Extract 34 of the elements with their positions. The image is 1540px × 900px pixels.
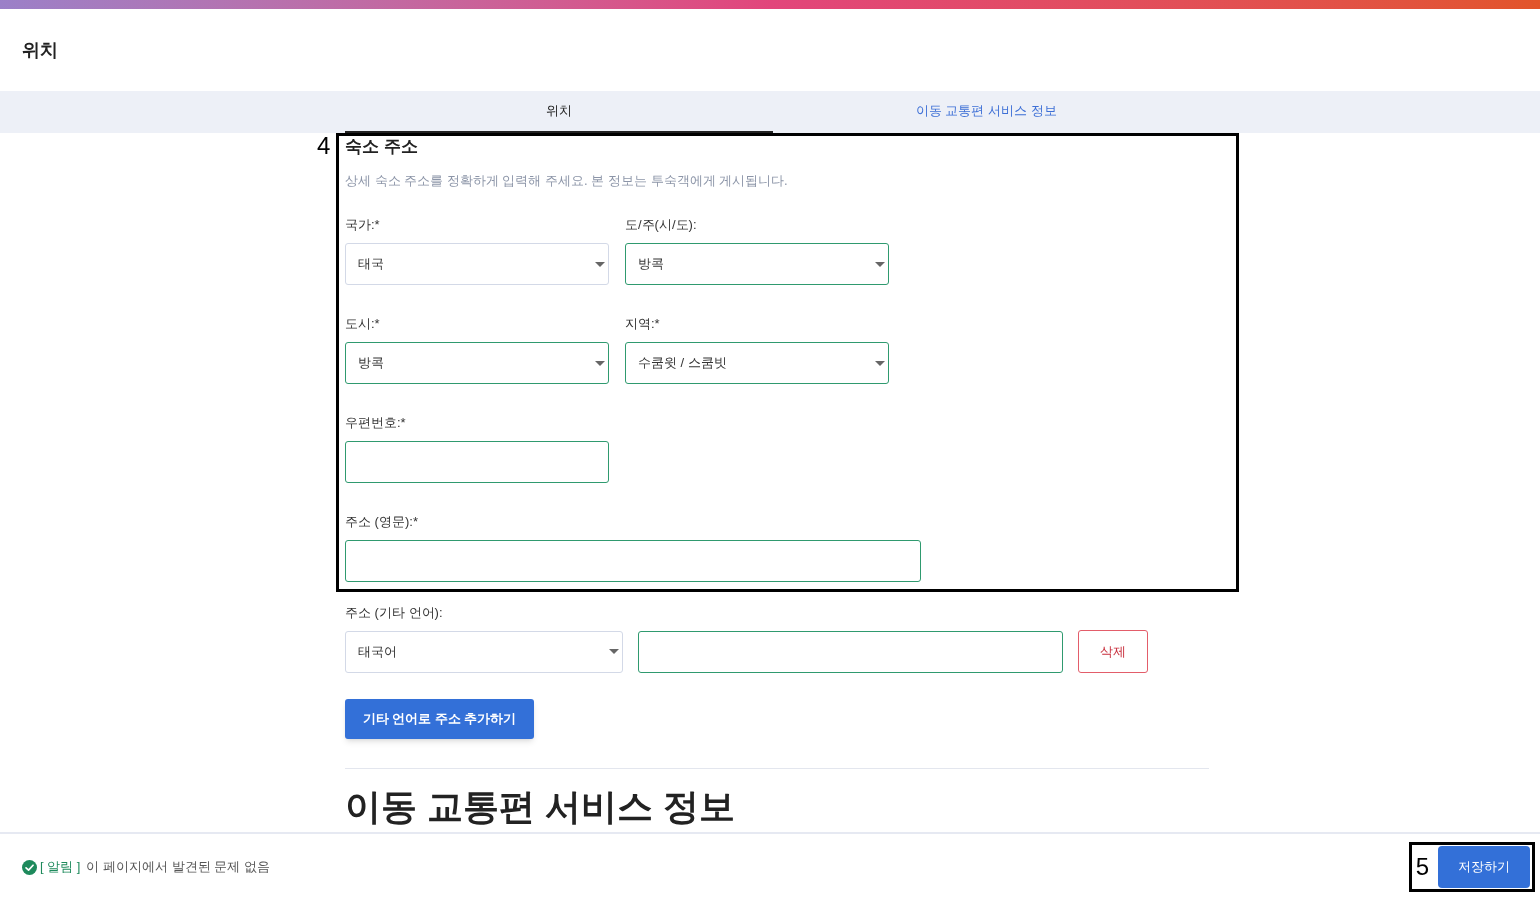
field-label: 도시:*: [345, 315, 381, 333]
section-description: 상세 숙소 주소를 정확하게 입력해 주세요. 본 정보는 투숙객에게 게시됩니다.: [345, 172, 789, 190]
caret-down-icon: [875, 360, 885, 366]
page-title: 위치: [22, 38, 58, 62]
field-label: 주소 (영문):*: [345, 513, 419, 531]
check-circle-icon: [22, 859, 37, 875]
status-message: 이 페이지에서 발견된 문제 없음: [86, 858, 270, 877]
select-field[interactable]: 태국: [345, 243, 609, 285]
input-field[interactable]: [345, 441, 609, 483]
section-heading: 이동 교통편 서비스 정보: [345, 788, 736, 826]
add-address-button[interactable]: 기타 언어로 주소 추가하기: [345, 699, 534, 739]
annotation-number: 4: [317, 133, 331, 159]
section-heading: 숙소 주소: [345, 136, 419, 158]
annotation-number: 5: [1415, 853, 1429, 881]
alert-tag: [ 알림 ]: [40, 857, 81, 877]
caret-down-icon: [595, 261, 605, 267]
field-label: 지역:*: [625, 315, 661, 333]
caret-down-icon: [609, 649, 619, 654]
select-field[interactable]: 태국어: [345, 630, 623, 673]
select-field[interactable]: 방콕: [625, 243, 889, 285]
tab[interactable]: 이동 교통편 서비스 정보: [772, 91, 1200, 133]
tab[interactable]: 위치: [345, 91, 773, 133]
field-label: 우편번호:*: [345, 414, 407, 432]
save-button[interactable]: 저장하기: [1438, 846, 1530, 888]
caret-down-icon: [595, 360, 605, 366]
select-field[interactable]: 수쿰윗 / 스쿰빗: [625, 342, 889, 384]
caret-down-icon: [875, 261, 885, 267]
input-field[interactable]: [345, 540, 921, 582]
delete-button[interactable]: 삭제: [1078, 630, 1148, 673]
field-label: 도/주(시/도):: [625, 216, 698, 234]
select-field[interactable]: 방콕: [345, 342, 609, 384]
field-label: 주소 (기타 언어):: [345, 604, 444, 622]
input-field[interactable]: [638, 630, 1063, 673]
field-label: 국가:*: [345, 216, 381, 234]
